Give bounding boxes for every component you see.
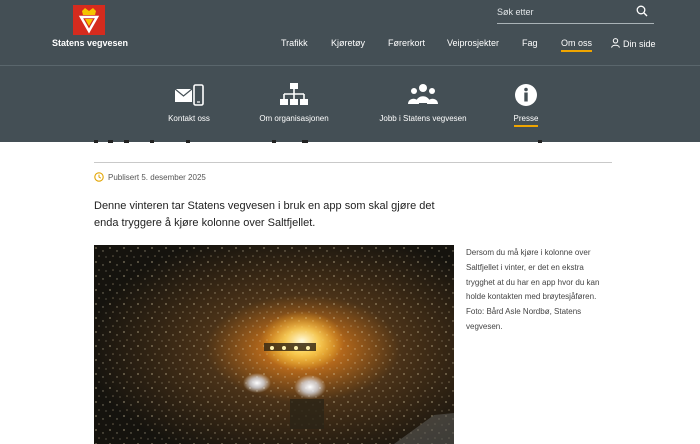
snowplow-night-image bbox=[94, 245, 454, 444]
article-photo bbox=[94, 245, 454, 444]
subnav-presse-label: Presse bbox=[513, 114, 539, 127]
sub-navigation: Kontakt oss Om organisasjonen Jobb i Sta… bbox=[0, 65, 700, 142]
title-descenders-decoration bbox=[94, 140, 542, 143]
clock-icon bbox=[94, 172, 104, 182]
nav-item-trafikk[interactable]: Trafikk bbox=[281, 38, 308, 48]
nav-item-fag[interactable]: Fag bbox=[522, 38, 538, 48]
nav-item-forerkort[interactable]: Førerkort bbox=[388, 38, 425, 48]
subnav-presse[interactable]: Presse bbox=[508, 82, 544, 127]
search-icon[interactable] bbox=[636, 5, 648, 17]
org-chart-icon bbox=[280, 83, 308, 105]
contact-icon bbox=[174, 84, 204, 106]
title-divider bbox=[94, 162, 612, 163]
subnav-om-organisasjonen[interactable]: Om organisasjonen bbox=[252, 82, 336, 123]
nav-item-veiprosjekter[interactable]: Veiprosjekter bbox=[447, 38, 499, 48]
subnav-om-organisasjonen-label: Om organisasjonen bbox=[259, 114, 329, 123]
nav-item-om-oss[interactable]: Om oss bbox=[561, 38, 593, 52]
din-side-label: Din side bbox=[623, 39, 656, 49]
subnav-jobb[interactable]: Jobb i Statens vegvesen bbox=[373, 82, 473, 123]
subnav-kontakt-oss[interactable]: Kontakt oss bbox=[160, 82, 218, 123]
header: Statens vegvesen Trafikk Kjøretøy Førerk… bbox=[0, 0, 700, 65]
published-date-text: Publisert 5. desember 2025 bbox=[108, 173, 206, 182]
nav-item-din-side[interactable]: Din side bbox=[611, 38, 656, 49]
nav-item-kjoretoy[interactable]: Kjøretøy bbox=[331, 38, 365, 48]
logo-emblem-icon bbox=[73, 5, 105, 35]
article-lead: Denne vinteren tar Statens vegvesen i br… bbox=[94, 200, 435, 229]
search-input[interactable] bbox=[497, 4, 627, 20]
image-caption: Dersom du må kjøre i kolonne over Saltfj… bbox=[466, 248, 600, 331]
subnav-jobb-label: Jobb i Statens vegvesen bbox=[379, 114, 467, 123]
search-box bbox=[497, 3, 654, 24]
user-icon bbox=[611, 38, 620, 48]
subnav-kontakt-oss-label: Kontakt oss bbox=[168, 114, 210, 123]
main-navigation: Trafikk Kjøretøy Førerkort Veiprosjekter… bbox=[0, 38, 700, 54]
article-title-overflow bbox=[94, 135, 614, 143]
people-icon bbox=[408, 84, 438, 104]
published-date: Publisert 5. desember 2025 bbox=[94, 172, 206, 182]
info-icon bbox=[515, 84, 537, 106]
